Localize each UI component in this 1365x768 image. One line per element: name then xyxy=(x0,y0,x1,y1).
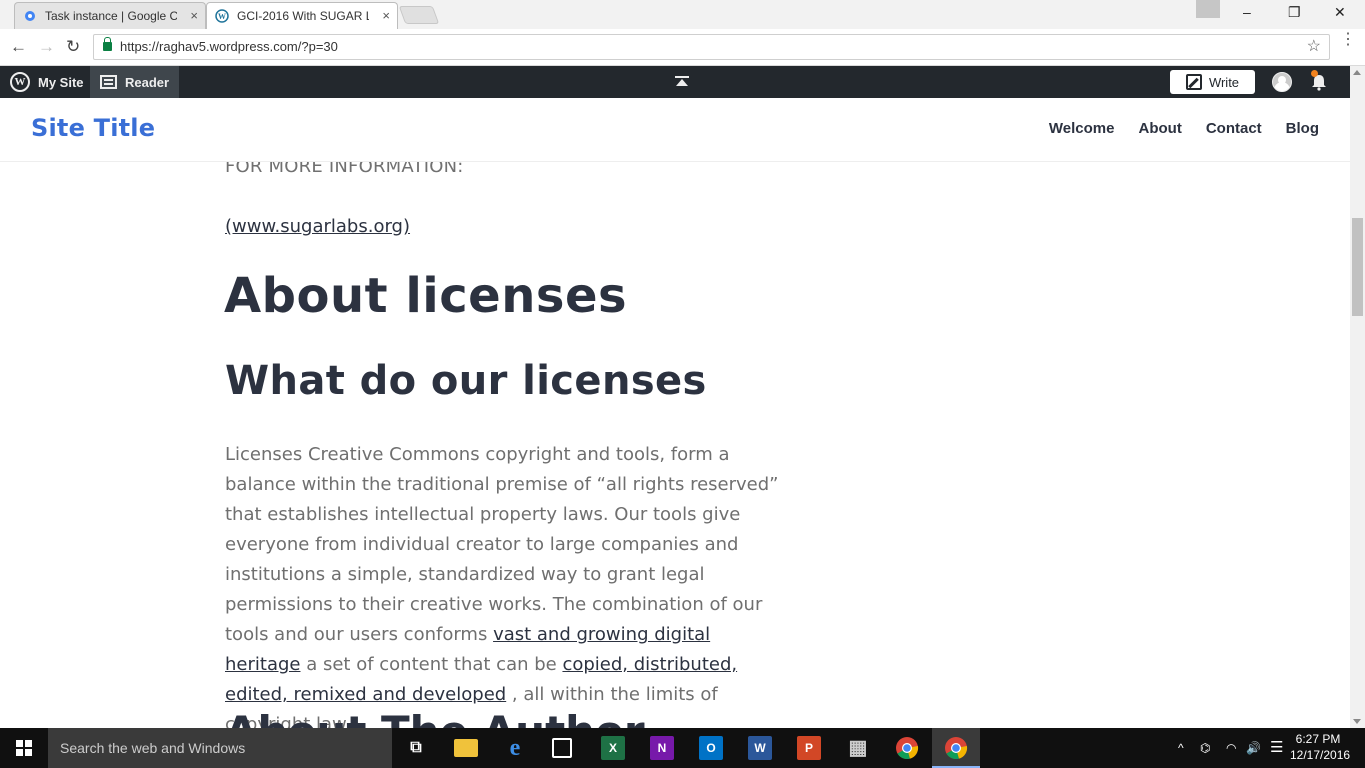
volume-icon[interactable]: 🔊 xyxy=(1246,728,1261,768)
paragraph-text: a set of content that can be xyxy=(300,654,563,675)
edge-icon[interactable]: e xyxy=(503,736,527,760)
url-text: https://raghav5.wordpress.com/?p=30 xyxy=(120,39,338,54)
outlook-icon[interactable]: O xyxy=(699,736,723,760)
nav-item-blog[interactable]: Blog xyxy=(1286,120,1319,137)
nav-item-welcome[interactable]: Welcome xyxy=(1049,120,1115,137)
windows-logo-icon xyxy=(16,740,32,756)
heading-what-do-our-licenses: What do our licenses xyxy=(225,358,707,404)
clock-date: 12/17/2016 xyxy=(1290,748,1351,762)
page-scrollbar[interactable] xyxy=(1350,66,1365,728)
main-navigation: Welcome About Contact Blog xyxy=(1049,120,1319,137)
windows-taskbar: Search the web and Windows ⧉ e X N O W P… xyxy=(0,728,1365,768)
address-toolbar: ← → ↻ https://raghav5.wordpress.com/?p=3… xyxy=(0,29,1365,66)
chrome-icon[interactable] xyxy=(895,736,919,760)
tab-close-icon[interactable]: × xyxy=(382,8,390,23)
reader-button[interactable]: Reader xyxy=(90,66,180,98)
my-site-button[interactable]: W My Site xyxy=(10,72,84,92)
url-field[interactable]: https://raghav5.wordpress.com/?p=30 ☆ xyxy=(93,34,1330,60)
scrollbar-thumb[interactable] xyxy=(1352,218,1363,316)
nav-item-contact[interactable]: Contact xyxy=(1206,120,1262,137)
scroll-up-icon[interactable] xyxy=(1353,70,1361,75)
tray-chevron-icon[interactable]: ^ xyxy=(1178,728,1184,768)
reader-label: Reader xyxy=(125,74,170,90)
browser-tab-strip: Task instance | Google Code-in × W GCI-2… xyxy=(0,0,1365,29)
my-site-label: My Site xyxy=(38,74,84,90)
notification-badge xyxy=(1311,70,1318,77)
collapse-toolbar-icon[interactable] xyxy=(674,74,690,90)
tab-gci-sugar-labs[interactable]: W GCI-2016 With SUGAR LABS × xyxy=(206,2,398,29)
word-icon[interactable]: W xyxy=(748,736,772,760)
heading-about-licenses: About licenses xyxy=(224,268,628,324)
wp-admin-bar: W My Site Reader Write xyxy=(0,66,1350,98)
tab-close-icon[interactable]: × xyxy=(190,8,198,23)
tab-label: GCI-2016 With SUGAR LABS xyxy=(237,9,369,23)
site-title[interactable]: Site Title xyxy=(31,114,155,142)
clock-time: 6:27 PM xyxy=(1295,732,1341,746)
reload-button[interactable]: ↻ xyxy=(66,37,80,57)
tab-task-instance[interactable]: Task instance | Google Code-in × xyxy=(14,2,206,29)
clock[interactable]: 6:27 PM 12/17/2016 xyxy=(1290,731,1351,763)
browser-menu-icon[interactable]: ⋮ xyxy=(1340,32,1356,48)
bookmark-star-icon[interactable]: ☆ xyxy=(1307,35,1321,59)
network-icon[interactable]: ⌬ xyxy=(1200,728,1210,768)
file-explorer-icon[interactable] xyxy=(454,739,478,757)
task-view-icon[interactable]: ⧉ xyxy=(404,736,428,760)
taskbar-search-field[interactable]: Search the web and Windows xyxy=(48,728,392,768)
notification-center-icon[interactable]: ☰ xyxy=(1270,728,1283,768)
heading-about-the-author: About The Author xyxy=(225,702,645,728)
write-label: Write xyxy=(1208,74,1240,90)
wifi-icon[interactable]: ◠ xyxy=(1226,728,1236,768)
write-button[interactable]: Write xyxy=(1170,70,1255,94)
new-tab-button[interactable] xyxy=(398,6,440,24)
tab-label: Task instance | Google Code-in xyxy=(45,9,177,23)
maximize-button[interactable]: ❐ xyxy=(1288,4,1301,21)
onenote-icon[interactable]: N xyxy=(650,736,674,760)
start-button[interactable] xyxy=(0,728,48,768)
reader-icon xyxy=(100,75,117,89)
secure-lock-icon xyxy=(103,37,112,51)
site-header: Site Title Welcome About Contact Blog xyxy=(0,98,1350,162)
profile-icon[interactable] xyxy=(1196,0,1220,18)
minimize-button[interactable]: – xyxy=(1243,4,1251,20)
wordpress-icon: W xyxy=(215,9,229,23)
licenses-paragraph: Licenses Creative Commons copyright and … xyxy=(225,440,785,740)
chrome-active-icon[interactable] xyxy=(944,736,968,760)
user-avatar[interactable] xyxy=(1272,72,1292,92)
back-button[interactable]: ← xyxy=(10,37,27,57)
sugarlabs-link[interactable]: (www.sugarlabs.org) xyxy=(225,216,410,237)
write-pencil-icon xyxy=(1185,74,1202,90)
scroll-down-icon[interactable] xyxy=(1353,719,1361,724)
google-gear-icon xyxy=(25,11,35,21)
powerpoint-icon[interactable]: P xyxy=(797,736,821,760)
paragraph-text: Licenses Creative Commons copyright and … xyxy=(225,444,779,645)
store-icon[interactable] xyxy=(552,738,572,758)
svg-text:W: W xyxy=(218,12,226,21)
nav-item-about[interactable]: About xyxy=(1139,120,1182,137)
forward-button[interactable]: → xyxy=(38,37,55,57)
wordpress-logo-icon: W xyxy=(10,72,30,92)
excel-icon[interactable]: X xyxy=(601,736,625,760)
app-grid-icon[interactable]: ▦ xyxy=(846,736,870,760)
close-window-button[interactable]: ✕ xyxy=(1334,4,1346,21)
